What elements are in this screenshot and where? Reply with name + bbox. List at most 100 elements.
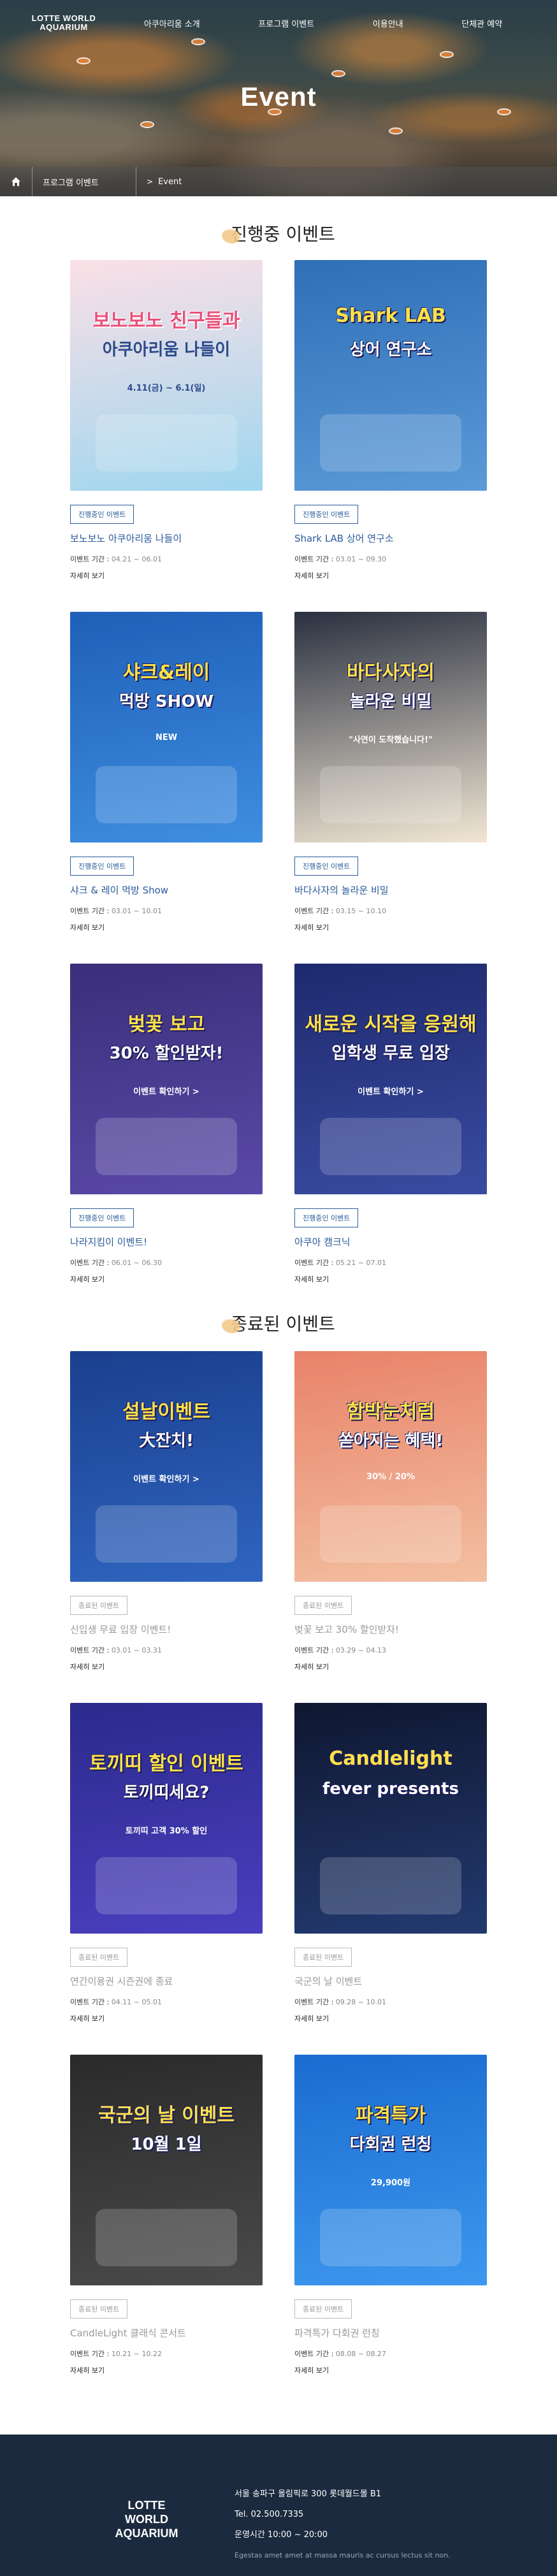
event-period-label: 이벤트 기간 : — [294, 1998, 334, 2006]
footer-logo[interactable]: LOTTE WORLD AQUARIUM — [108, 2498, 185, 2540]
event-title[interactable]: CandleLight 클래식 콘서트 — [70, 2326, 263, 2340]
event-card[interactable]: 파격특가 다회권 런칭 29,900원종료된 이벤트파격특가 다회권 런칭이벤트 기… — [294, 2055, 487, 2375]
event-period: 이벤트 기간 : 03.01 ~ 10.01 — [70, 906, 263, 916]
view-details-link[interactable]: 자세히 보기 — [70, 1274, 263, 1284]
poster-subheadline: 놀라운 비밀 — [349, 692, 432, 711]
event-title[interactable]: 바다사자의 놀라운 비밀 — [294, 883, 487, 897]
event-poster-image[interactable]: 함박눈처럼 쏟아지는 혜택! 30% / 20% — [294, 1351, 487, 1582]
view-details-link[interactable]: 자세히 보기 — [294, 570, 487, 581]
event-title[interactable]: 보노보노 아쿠아리움 나들이 — [70, 532, 263, 545]
nav-item-guide[interactable]: 이용안내 — [373, 17, 403, 29]
event-period-label: 이벤트 기간 : — [294, 2350, 334, 2358]
event-period: 이벤트 기간 : 08.08 ~ 08.27 — [294, 2348, 487, 2359]
event-period-label: 이벤트 기간 : — [294, 907, 334, 915]
nav-item-group-booking[interactable]: 단체관 예약 — [461, 17, 502, 29]
event-card[interactable]: 함박눈처럼 쏟아지는 혜택! 30% / 20% 종료된 이벤트 벚꽃 보고 30% 할… — [294, 1351, 487, 1672]
status-badge: 진행중인 이벤트 — [294, 1208, 359, 1227]
view-details-link[interactable]: 자세히 보기 — [294, 922, 487, 932]
poster-illustration — [96, 2209, 237, 2266]
event-period-value: 09.28 ~ 10.01 — [335, 1998, 387, 2006]
view-details-link[interactable]: 자세히 보기 — [294, 2365, 487, 2375]
site-logo[interactable]: LOTTE WORLD AQUARIUM — [25, 14, 102, 32]
event-title[interactable]: 연간이용권 시즌권에 종료 — [70, 1974, 263, 1988]
event-poster-image[interactable]: Shark LAB 상어 연구소 — [294, 260, 487, 491]
event-poster-image[interactable]: 보노보노 친구들과 아쿠아리움 나들이 4.11(금) ~ 6.1(일) — [70, 260, 263, 491]
nav-item-about[interactable]: 아쿠아리움 소개 — [144, 17, 200, 29]
view-details-link[interactable]: 자세히 보기 — [70, 2365, 263, 2375]
poster-headline: 보노보노 친구들과 — [92, 310, 240, 332]
home-icon[interactable] — [10, 176, 22, 187]
event-card[interactable]: Shark LAB 상어 연구소 진행중인 이벤트 Shark LAB 상어 연구소 이… — [294, 260, 487, 581]
event-period: 이벤트 기간 : 10.21 ~ 10.22 — [70, 2348, 263, 2359]
view-details-link[interactable]: 자세히 보기 — [70, 570, 263, 581]
event-period-value: 08.08 ~ 08.27 — [335, 2350, 387, 2358]
event-card[interactable]: 보노보노 친구들과 아쿠아리움 나들이 4.11(금) ~ 6.1(일) 진행중인 이… — [70, 260, 263, 581]
event-card[interactable]: Candlelight fever presents 종료된 이벤트 국군의 날 이벤… — [294, 1703, 487, 2023]
poster-illustration — [96, 1857, 237, 1914]
poster-headline: Shark LAB — [335, 305, 446, 327]
poster-illustration — [320, 1118, 461, 1175]
view-details-link[interactable]: 자세히 보기 — [294, 1661, 487, 1672]
poster-subheadline: 상어 연구소 — [349, 340, 432, 359]
view-details-link[interactable]: 자세히 보기 — [294, 1274, 487, 1284]
event-title[interactable]: 벚꽃 보고 30% 할인받자! — [294, 1623, 487, 1636]
event-card[interactable]: 샤크&레이 먹방 SHOW NEW 진행중인 이벤트 샤크 & 레이 먹방 Show 이벤… — [70, 612, 263, 932]
event-period-value: 06.01 ~ 06.30 — [111, 1259, 163, 1267]
view-details-link[interactable]: 자세히 보기 — [294, 2013, 487, 2023]
event-poster-image[interactable]: 토끼띠 할인 이벤트 토끼띠세요? 토끼띠 고객 30% 할인 — [70, 1703, 263, 1934]
event-card[interactable]: 바다사자의 놀라운 비밀 "사연이 도착했습니다!" 진행중인 이벤트 바다사자의 놀라… — [294, 612, 487, 932]
fish-decoration — [331, 70, 345, 77]
fish-decoration — [140, 121, 154, 128]
event-period: 이벤트 기간 : 03.29 ~ 04.13 — [294, 1645, 487, 1655]
event-period: 이벤트 기간 : 04.11 ~ 05.01 — [70, 1997, 263, 2007]
view-details-link[interactable]: 자세히 보기 — [70, 2013, 263, 2023]
event-title[interactable]: 나라지킴이 이벤트! — [70, 1235, 263, 1248]
event-poster-image[interactable]: 파격특가 다회권 런칭 29,900원 — [294, 2055, 487, 2285]
chevron-right-icon: > — [147, 177, 154, 186]
event-card[interactable]: 국군의 날 이벤트 10월 1일 종료된 이벤트 CandleLight 클래식 콘서… — [70, 2055, 263, 2375]
view-details-link[interactable]: 자세히 보기 — [70, 1661, 263, 1672]
poster-caption: 이벤트 확인하기 > — [133, 1475, 199, 1484]
event-title[interactable]: Shark LAB 상어 연구소 — [294, 532, 487, 545]
status-badge: 종료된 이벤트 — [70, 1596, 128, 1615]
status-badge: 진행중인 이벤트 — [70, 1208, 134, 1227]
event-poster-image[interactable]: 벚꽃 보고 30% 할인받자! 이벤트 확인하기 > — [70, 964, 263, 1194]
event-poster-image[interactable]: Candlelight fever presents — [294, 1703, 487, 1934]
event-card[interactable]: 새로운 시작을 응원해 입학생 무료 입장 이벤트 확인하기 > 진행중인 이벤트아쿠… — [294, 964, 487, 1284]
event-title[interactable]: 파격특가 다회권 런칭 — [294, 2326, 487, 2340]
event-title[interactable]: 신입생 무료 입장 이벤트! — [70, 1623, 263, 1636]
breadcrumb-item-programs[interactable]: 프로그램 이벤트 — [43, 176, 126, 188]
event-card[interactable]: 토끼띠 할인 이벤트 토끼띠세요? 토끼띠 고객 30% 할인 종료된 이벤트 연간이용… — [70, 1703, 263, 2023]
event-card[interactable]: 벚꽃 보고 30% 할인받자! 이벤트 확인하기 > 진행중인 이벤트나라지킴이 이벤… — [70, 964, 263, 1284]
nav-item-programs[interactable]: 프로그램 이벤트 — [258, 17, 314, 29]
event-poster-image[interactable]: 국군의 날 이벤트 10월 1일 — [70, 2055, 263, 2285]
event-title[interactable]: 아쿠아 캠크닉 — [294, 1235, 487, 1248]
section-title-ongoing: 진행중 이벤트 — [0, 221, 557, 246]
status-badge: 종료된 이벤트 — [294, 2299, 352, 2319]
poster-illustration — [320, 2209, 461, 2266]
event-title[interactable]: 샤크 & 레이 먹방 Show — [70, 883, 263, 897]
poster-illustration — [320, 1505, 461, 1563]
event-poster-image[interactable]: 샤크&레이 먹방 SHOW NEW — [70, 612, 263, 843]
event-period-label: 이벤트 기간 : — [70, 2350, 110, 2358]
event-period-value: 10.21 ~ 10.22 — [111, 2350, 163, 2358]
fish-decoration — [389, 127, 403, 134]
event-period-value: 03.01 ~ 03.31 — [111, 1646, 163, 1654]
breadcrumb-item-event[interactable]: Event — [158, 177, 241, 187]
fish-decoration — [76, 57, 90, 64]
event-poster-image[interactable]: 설날이벤트 大잔치! 이벤트 확인하기 > — [70, 1351, 263, 1582]
event-period: 이벤트 기간 : 04.21 ~ 06.01 — [70, 554, 263, 564]
event-poster-image[interactable]: 바다사자의 놀라운 비밀 "사연이 도착했습니다!" — [294, 612, 487, 843]
view-details-link[interactable]: 자세히 보기 — [70, 922, 263, 932]
poster-subheadline: 다회권 런칭 — [349, 2135, 432, 2154]
event-period: 이벤트 기간 : 03.15 ~ 10.10 — [294, 906, 487, 916]
event-poster-image[interactable]: 새로운 시작을 응원해 입학생 무료 입장 이벤트 확인하기 > — [294, 964, 487, 1194]
event-period-label: 이벤트 기간 : — [70, 555, 110, 563]
event-title[interactable]: 국군의 날 이벤트 — [294, 1974, 487, 1988]
event-period-value: 03.29 ~ 04.13 — [335, 1646, 387, 1654]
event-period-label: 이벤트 기간 : — [70, 1259, 110, 1267]
poster-subheadline: 大잔치! — [139, 1431, 194, 1451]
event-card[interactable]: 설날이벤트 大잔치! 이벤트 확인하기 > 종료된 이벤트 신입생 무료 입장 이벤트!… — [70, 1351, 263, 1672]
poster-headline: Candlelight — [329, 1747, 452, 1770]
status-badge: 진행중인 이벤트 — [70, 505, 134, 524]
